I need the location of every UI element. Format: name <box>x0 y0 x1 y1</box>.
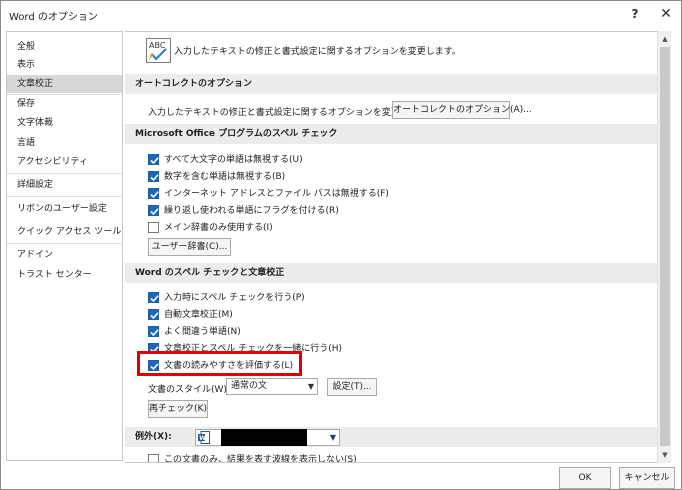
option-label: この文書のみ、結果を表す波線を表示しない(S) <box>164 455 357 463</box>
option-label: メイン辞書のみ使用する(I) <box>164 223 273 233</box>
option-label: 自動文章校正(M) <box>164 310 233 320</box>
title-bar: Word のオプション ? ✕ <box>2 2 682 26</box>
option-label: 繰り返し使われる単語にフラグを付ける(R) <box>164 206 339 216</box>
option-label: すべて大文字の単語は無視する(U) <box>164 155 303 165</box>
option-label: 数字を含む単語は無視する(B) <box>164 172 286 182</box>
sidebar-divider <box>7 243 122 244</box>
sidebar-item-trust-center[interactable]: トラスト センター <box>7 266 122 284</box>
option-label: 入力時にスペル チェックを行う(P) <box>164 293 305 303</box>
sidebar-item-save[interactable]: 保存 <box>7 95 122 113</box>
scroll-down-icon[interactable]: ▼ <box>658 449 672 461</box>
grammar-settings-button[interactable]: 設定(T)... <box>327 378 377 396</box>
sidebar-item-display[interactable]: 表示 <box>7 56 122 74</box>
svg-text:ABC: ABC <box>149 41 166 50</box>
exceptions-label: 例外(X): <box>135 432 172 442</box>
writing-style-label: 文書のスタイル(W): <box>148 385 230 395</box>
close-button[interactable]: ✕ <box>655 5 677 23</box>
abc-spellcheck-icon: ABC <box>146 38 171 63</box>
chevron-down-icon: ▼ <box>307 382 314 391</box>
checkbox-checked[interactable] <box>148 326 159 337</box>
checkbox-unchecked[interactable] <box>148 222 159 233</box>
sidebar-item-typography[interactable]: 文字体裁 <box>7 114 122 132</box>
sidebar-item-accessibility[interactable]: アクセシビリティ <box>7 153 122 171</box>
word-document-icon: W <box>198 431 210 444</box>
highlight-annotation <box>137 351 302 376</box>
sidebar-item-language[interactable]: 言語 <box>7 134 122 152</box>
redacted-document-name <box>221 429 307 446</box>
autocorrect-options-button[interactable]: オートコレクトのオプション(A)... <box>392 101 532 119</box>
word-spelling-section-header: Word のスペル チェックと文章校正 <box>125 263 657 283</box>
sidebar-divider <box>7 196 122 197</box>
intro-text: 入力したテキストの修正と書式設定に関するオプションを変更します。 <box>174 47 461 57</box>
custom-dictionaries-button[interactable]: ユーザー辞書(C)... <box>148 238 231 256</box>
checkbox-checked[interactable] <box>148 292 159 303</box>
sidebar-item-advanced[interactable]: 詳細設定 <box>7 176 122 194</box>
checkbox-checked[interactable] <box>148 205 159 216</box>
sidebar-item-general[interactable]: 全般 <box>7 38 122 56</box>
help-button[interactable]: ? <box>624 5 646 23</box>
office-spelling-section-header: Microsoft Office プログラムのスペル チェック <box>125 124 657 144</box>
cancel-button[interactable]: キャンセル <box>619 467 675 489</box>
sidebar-item-quick-access-toolbar[interactable]: クイック アクセス ツール バー <box>7 223 142 241</box>
sidebar-item-addins[interactable]: アドイン <box>7 246 122 264</box>
chevron-down-icon: ▼ <box>329 433 336 442</box>
checkbox-checked[interactable] <box>148 171 159 182</box>
checkbox-checked[interactable] <box>148 154 159 165</box>
sidebar: 全般 表示 文章校正 保存 文字体裁 言語 アクセシビリティ 詳細設定 リボンの… <box>6 31 142 461</box>
sidebar-divider <box>7 173 122 174</box>
proofing-options-panel: ABC 入力したテキストの修正と書式設定に関するオプションを変更します。 オート… <box>125 31 657 463</box>
checkbox-unchecked[interactable] <box>148 454 159 462</box>
recheck-document-button[interactable]: 再チェック(K) <box>148 400 208 418</box>
option-label: インターネット アドレスとファイル パスは無視する(F) <box>164 189 389 199</box>
autocorrect-section-header: オートコレクトのオプション <box>125 74 657 94</box>
vertical-scrollbar[interactable]: ▲ ▼ <box>657 31 671 463</box>
writing-style-select[interactable]: 通常の文 ▼ <box>226 378 318 395</box>
checkbox-checked[interactable] <box>148 309 159 320</box>
svg-text:W: W <box>199 435 206 442</box>
options-dialog: Word のオプション ? ✕ 全般 表示 文章校正 保存 文字体裁 言語 アク… <box>0 0 682 490</box>
window-title: Word のオプション <box>9 12 98 23</box>
scroll-up-icon[interactable]: ▲ <box>658 33 672 45</box>
checkbox-checked[interactable] <box>148 188 159 199</box>
writing-style-value: 通常の文 <box>231 381 268 391</box>
exceptions-document-select[interactable]: W ▼ <box>195 429 340 446</box>
sidebar-item-proofing[interactable]: 文章校正 <box>7 75 122 93</box>
ok-button[interactable]: OK <box>559 467 611 489</box>
option-label: よく間違う単語(N) <box>164 327 241 337</box>
scroll-thumb[interactable] <box>660 47 670 446</box>
sidebar-item-customize-ribbon[interactable]: リボンのユーザー設定 <box>7 200 122 218</box>
